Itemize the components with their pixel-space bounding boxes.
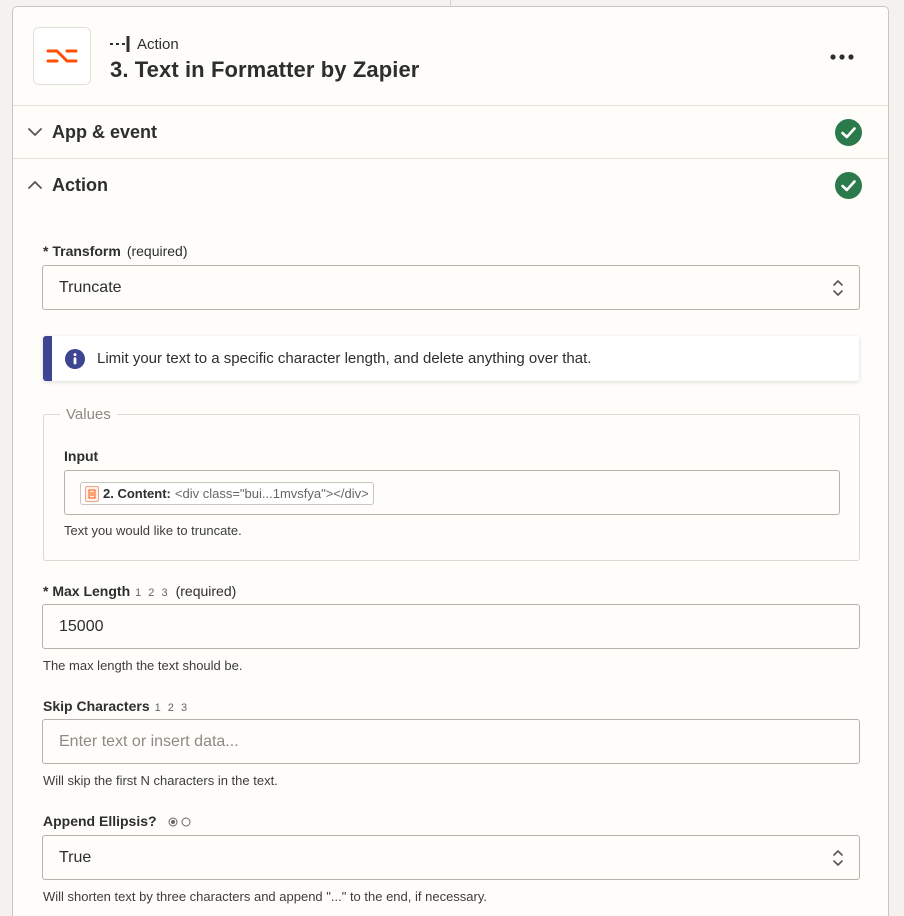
- radio-icon: [181, 817, 191, 827]
- step-title[interactable]: 3. Text in Formatter by Zapier: [110, 57, 419, 83]
- transform-select[interactable]: Truncate: [42, 265, 860, 310]
- mapped-data-pill[interactable]: 2. Content: <div class="bui...1mvsfya"><…: [80, 482, 374, 505]
- input-field[interactable]: 2. Content: <div class="bui...1mvsfya"><…: [64, 470, 840, 515]
- max-length-required: (required): [175, 583, 237, 599]
- transform-value: Truncate: [59, 278, 122, 296]
- action-step-icon: [110, 36, 130, 52]
- required-asterisk: *: [43, 583, 53, 599]
- append-ellipsis-value: True: [59, 848, 92, 866]
- max-length-label-text: Max Length: [52, 583, 131, 599]
- max-length-value: 15000: [59, 617, 104, 635]
- info-alert: Limit your text to a specific character …: [43, 336, 859, 381]
- transform-required: (required): [126, 243, 188, 259]
- skip-characters-placeholder: Enter text or insert data...: [59, 732, 239, 750]
- section-action-label: Action: [52, 175, 108, 195]
- step-header: Action 3. Text in Formatter by Zapier: [13, 7, 888, 106]
- boolean-type-indicator: [168, 817, 191, 827]
- more-options-button[interactable]: [828, 45, 856, 69]
- section-action[interactable]: Action: [13, 159, 888, 212]
- append-ellipsis-label: Append Ellipsis?: [43, 813, 191, 829]
- number-type-indicator: 1 2 3: [154, 702, 190, 714]
- values-group: Values Input 2. Content: <div class="bui…: [43, 406, 860, 561]
- input-label: Input: [64, 448, 99, 464]
- check-circle-icon: [835, 172, 862, 199]
- info-text: Limit your text to a specific character …: [97, 350, 592, 367]
- transform-label-text: Transform: [52, 243, 121, 259]
- append-ellipsis-label-text: Append Ellipsis?: [43, 813, 157, 829]
- pill-key: 2. Content:: [103, 486, 171, 501]
- chevron-up-icon: [28, 181, 42, 189]
- max-length-label: * Max Length 1 2 3 (required): [43, 583, 236, 599]
- section-app-event-label: App & event: [52, 122, 158, 142]
- transform-label: * Transform (required): [43, 243, 188, 259]
- skip-characters-label: Skip Characters 1 2 3: [43, 698, 189, 714]
- radio-icon: [168, 817, 178, 827]
- formatter-logo-icon: [46, 49, 78, 63]
- section-app-event[interactable]: App & event: [13, 106, 888, 159]
- pill-value: <div class="bui...1mvsfya"></div>: [174, 486, 369, 501]
- chevron-down-icon: [28, 128, 42, 136]
- input-help: Text you would like to truncate.: [64, 523, 242, 538]
- append-ellipsis-help: Will shorten text by three characters an…: [43, 889, 487, 904]
- up-down-icon: [833, 850, 843, 866]
- max-length-help: The max length the text should be.: [43, 658, 243, 673]
- step-kind: Action: [109, 34, 179, 54]
- up-down-icon: [833, 280, 843, 296]
- number-type-indicator: 1 2 3: [135, 587, 170, 599]
- values-legend: Values: [60, 406, 117, 423]
- step-editor-panel: Action 3. Text in Formatter by Zapier Ap…: [12, 6, 889, 916]
- max-length-input[interactable]: 15000: [42, 604, 860, 649]
- skip-characters-label-text: Skip Characters: [43, 698, 150, 714]
- skip-characters-help: Will skip the first N characters in the …: [43, 773, 278, 788]
- webhook-app-icon: [85, 485, 99, 502]
- required-asterisk: *: [43, 243, 53, 259]
- step-kind-label: Action: [137, 35, 179, 53]
- info-icon: [65, 348, 85, 369]
- more-options-icon: [830, 54, 854, 60]
- skip-characters-input[interactable]: Enter text or insert data...: [42, 719, 860, 764]
- check-circle-icon: [835, 119, 862, 146]
- append-ellipsis-select[interactable]: True: [42, 835, 860, 880]
- formatter-logo: [33, 27, 91, 85]
